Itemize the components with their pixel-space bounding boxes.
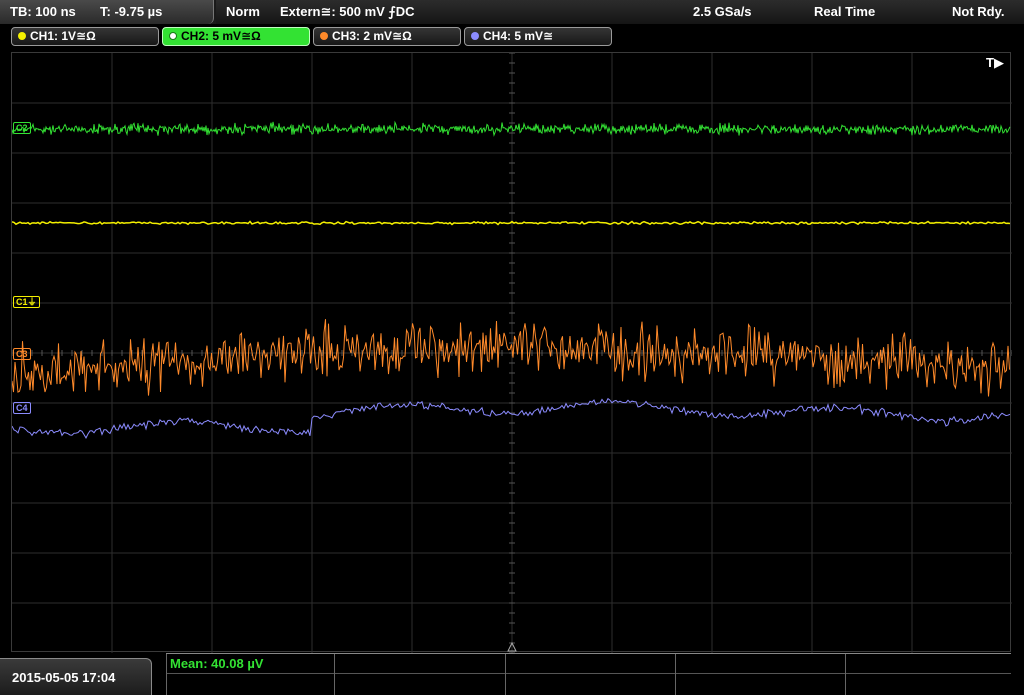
measurement-cell	[166, 654, 167, 695]
acquisition-mode: Real Time	[814, 4, 876, 19]
channel-1-label: CH1: 1V≅Ω	[30, 29, 96, 43]
trigger-marker-icon: T▶	[986, 55, 1004, 70]
channel-3-trace	[12, 319, 1010, 397]
measurement-cell	[845, 654, 846, 695]
measurement-cell	[505, 654, 506, 695]
channel-4-trace	[12, 397, 1011, 439]
channel-4-dot-icon	[471, 32, 479, 40]
channel-2-label: CH2: 5 mV≅Ω	[181, 29, 261, 43]
channel-2-dot-icon	[169, 32, 177, 40]
measurement-row-divider	[166, 673, 1011, 674]
channel-3-button[interactable]: CH3: 2 mV≅Ω	[313, 27, 461, 46]
channel-4-label: CH4: 5 mV≅	[483, 29, 554, 43]
measurement-cell	[675, 654, 676, 695]
top-status-bar: TB: 100 ns T: -9.75 µs Norm Extern≅: 500…	[0, 0, 1024, 24]
channel-4-button[interactable]: CH4: 5 mV≅	[464, 27, 612, 46]
channel-3-level-marker[interactable]: C3	[13, 348, 31, 360]
acquisition-state: Not Rdy.	[952, 4, 1005, 19]
channel-1-trace	[12, 220, 1011, 226]
channel-4-level-marker[interactable]: C4	[13, 402, 31, 414]
channel-2-level-marker[interactable]: C2	[13, 122, 31, 134]
channel-bar: CH1: 1V≅Ω CH2: 5 mV≅Ω CH3: 2 mV≅Ω CH4: 5…	[0, 24, 1024, 48]
channel-3-dot-icon	[320, 32, 328, 40]
timebase-label: TB: 100 ns	[10, 4, 76, 19]
timebase-box[interactable]: TB: 100 ns T: -9.75 µs	[0, 0, 214, 24]
channel-2-trace	[12, 120, 1011, 137]
sample-rate: 2.5 GSa/s	[693, 4, 752, 19]
trigger-time-label: T: -9.75 µs	[100, 4, 163, 19]
channel-1-button[interactable]: CH1: 1V≅Ω	[11, 27, 159, 46]
channel-2-button[interactable]: CH2: 5 mV≅Ω	[162, 27, 310, 46]
waveform-display[interactable]: T▶ C2 C1⏚ C3 C4	[11, 52, 1012, 653]
channel-1-dot-icon	[18, 32, 26, 40]
measurement-table: Mean: 40.08 µV	[166, 653, 1011, 695]
trigger-mode: Norm	[226, 4, 260, 19]
acquisition-status[interactable]: Norm Extern≅: 500 mV ⨍DC 2.5 GSa/s Real …	[216, 0, 1024, 24]
channel-1-level-marker[interactable]: C1⏚	[13, 296, 40, 308]
trigger-source: Extern≅: 500 mV ⨍DC	[280, 4, 415, 19]
channel-3-label: CH3: 2 mV≅Ω	[332, 29, 412, 43]
date-time-box[interactable]: 2015-05-05 17:04	[0, 658, 152, 695]
waveform-canvas	[12, 53, 1012, 653]
date-time-label: 2015-05-05 17:04	[12, 670, 116, 685]
measurement-cell	[334, 654, 335, 695]
mean-measurement: Mean: 40.08 µV	[170, 656, 264, 671]
